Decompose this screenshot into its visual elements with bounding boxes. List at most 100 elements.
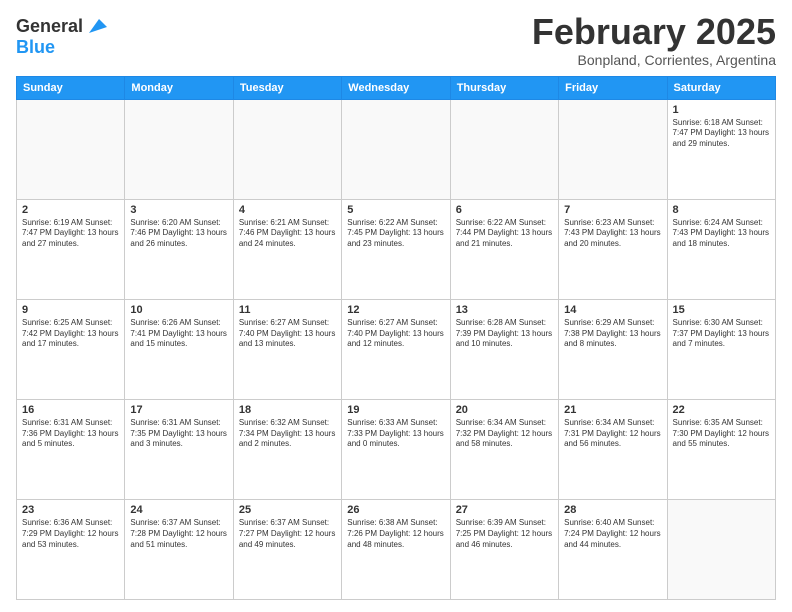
day-number: 22 [673,404,770,416]
calendar-cell: 28Sunrise: 6:40 AM Sunset: 7:24 PM Dayli… [559,499,667,599]
calendar-cell [233,99,341,199]
calendar-cell: 25 Sunrise: 6:37 AM Sunset: 7:27 PM Dayli… [233,499,341,599]
calendar-cell [450,99,558,199]
calendar-table: SundayMondayTuesdayWednesdayThursdayFrid… [16,76,776,600]
day-number: 24 [130,504,227,516]
calendar-cell: 7 Sunrise: 6:23 AM Sunset: 7:43 PM Daylig… [559,199,667,299]
header-wednesday: Wednesday [342,76,450,99]
calendar-cell [559,99,667,199]
day-number: 16 [22,404,119,416]
week-row-3: 16 Sunrise: 6:31 AM Sunset: 7:36 PM Dayli… [17,399,776,499]
day-info: Sunrise: 6:24 AM Sunset: 7:43 PM Dayligh… [673,218,770,250]
calendar-cell: 21 Sunrise: 6:34 AM Sunset: 7:31 PM Dayli… [559,399,667,499]
calendar-cell: 12Sunrise: 6:27 AM Sunset: 7:40 PM Dayli… [342,299,450,399]
calendar-cell: 14 Sunrise: 6:29 AM Sunset: 7:38 PM Dayli… [559,299,667,399]
day-info: Sunrise: 6:37 AM Sunset: 7:28 PM Dayligh… [130,518,227,550]
day-info: Sunrise: 6:26 AM Sunset: 7:41 PM Dayligh… [130,318,227,350]
header-saturday: Saturday [667,76,775,99]
calendar-cell: 26 Sunrise: 6:38 AM Sunset: 7:26 PM Dayli… [342,499,450,599]
day-number: 15 [673,304,770,316]
week-row-4: 23 Sunrise: 6:36 AM Sunset: 7:29 PM Dayli… [17,499,776,599]
calendar-cell: 8 Sunrise: 6:24 AM Sunset: 7:43 PM Daylig… [667,199,775,299]
calendar-cell [667,499,775,599]
day-number: 18 [239,404,336,416]
calendar-cell: 17 Sunrise: 6:31 AM Sunset: 7:35 PM Dayli… [125,399,233,499]
day-info: Sunrise: 6:31 AM Sunset: 7:36 PM Dayligh… [22,418,119,450]
day-number: 1 [673,104,770,116]
day-number: 17 [130,404,227,416]
day-info: Sunrise: 6:30 AM Sunset: 7:37 PM Dayligh… [673,318,770,350]
calendar-cell: 15 Sunrise: 6:30 AM Sunset: 7:37 PM Dayli… [667,299,775,399]
calendar-cell: 4Sunrise: 6:21 AM Sunset: 7:46 PM Daylig… [233,199,341,299]
day-number: 28 [564,504,661,516]
day-info: Sunrise: 6:22 AM Sunset: 7:45 PM Dayligh… [347,218,444,250]
day-number: 3 [130,204,227,216]
day-info: Sunrise: 6:33 AM Sunset: 7:33 PM Dayligh… [347,418,444,450]
day-info: Sunrise: 6:32 AM Sunset: 7:34 PM Dayligh… [239,418,336,450]
day-info: Sunrise: 6:31 AM Sunset: 7:35 PM Dayligh… [130,418,227,450]
header-tuesday: Tuesday [233,76,341,99]
calendar-cell: 9Sunrise: 6:25 AM Sunset: 7:42 PM Daylig… [17,299,125,399]
day-number: 27 [456,504,553,516]
day-info: Sunrise: 6:23 AM Sunset: 7:43 PM Dayligh… [564,218,661,250]
calendar-cell: 19 Sunrise: 6:33 AM Sunset: 7:33 PM Dayli… [342,399,450,499]
day-info: Sunrise: 6:19 AM Sunset: 7:47 PM Dayligh… [22,218,119,250]
day-number: 19 [347,404,444,416]
header-thursday: Thursday [450,76,558,99]
title-block: February 2025 Bonpland, Corrientes, Arge… [532,12,776,68]
calendar-cell [125,99,233,199]
day-number: 6 [456,204,553,216]
day-info: Sunrise: 6:35 AM Sunset: 7:30 PM Dayligh… [673,418,770,450]
day-number: 26 [347,504,444,516]
day-info: Sunrise: 6:28 AM Sunset: 7:39 PM Dayligh… [456,318,553,350]
day-info: Sunrise: 6:36 AM Sunset: 7:29 PM Dayligh… [22,518,119,550]
day-number: 9 [22,304,119,316]
day-number: 23 [22,504,119,516]
logo: General Blue [16,16,107,58]
day-info: Sunrise: 6:20 AM Sunset: 7:46 PM Dayligh… [130,218,227,250]
calendar-cell: 24 Sunrise: 6:37 AM Sunset: 7:28 PM Dayli… [125,499,233,599]
header-friday: Friday [559,76,667,99]
day-number: 10 [130,304,227,316]
calendar-header-row: SundayMondayTuesdayWednesdayThursdayFrid… [17,76,776,99]
day-info: Sunrise: 6:34 AM Sunset: 7:32 PM Dayligh… [456,418,553,450]
calendar-title: February 2025 [532,12,776,52]
calendar-cell: 2 Sunrise: 6:19 AM Sunset: 7:47 PM Daylig… [17,199,125,299]
day-number: 14 [564,304,661,316]
day-info: Sunrise: 6:39 AM Sunset: 7:25 PM Dayligh… [456,518,553,550]
day-number: 20 [456,404,553,416]
day-info: Sunrise: 6:22 AM Sunset: 7:44 PM Dayligh… [456,218,553,250]
day-info: Sunrise: 6:18 AM Sunset: 7:47 PM Dayligh… [673,118,770,150]
day-info: Sunrise: 6:34 AM Sunset: 7:31 PM Dayligh… [564,418,661,450]
day-number: 25 [239,504,336,516]
page: General Blue February 2025 Bonpland, Cor… [0,0,792,612]
calendar-cell: 3 Sunrise: 6:20 AM Sunset: 7:46 PM Daylig… [125,199,233,299]
calendar-cell: 10 Sunrise: 6:26 AM Sunset: 7:41 PM Dayli… [125,299,233,399]
calendar-cell: 1 Sunrise: 6:18 AM Sunset: 7:47 PM Daylig… [667,99,775,199]
day-number: 21 [564,404,661,416]
calendar-cell: 20 Sunrise: 6:34 AM Sunset: 7:32 PM Dayli… [450,399,558,499]
calendar-cell [342,99,450,199]
day-number: 2 [22,204,119,216]
day-info: Sunrise: 6:37 AM Sunset: 7:27 PM Dayligh… [239,518,336,550]
day-number: 7 [564,204,661,216]
calendar-cell: 5 Sunrise: 6:22 AM Sunset: 7:45 PM Daylig… [342,199,450,299]
header-sunday: Sunday [17,76,125,99]
calendar-cell: 27 Sunrise: 6:39 AM Sunset: 7:25 PM Dayli… [450,499,558,599]
header: General Blue February 2025 Bonpland, Cor… [16,12,776,68]
week-row-0: 1 Sunrise: 6:18 AM Sunset: 7:47 PM Daylig… [17,99,776,199]
day-number: 4 [239,204,336,216]
week-row-2: 9Sunrise: 6:25 AM Sunset: 7:42 PM Daylig… [17,299,776,399]
week-row-1: 2 Sunrise: 6:19 AM Sunset: 7:47 PM Daylig… [17,199,776,299]
calendar-cell: 22 Sunrise: 6:35 AM Sunset: 7:30 PM Dayli… [667,399,775,499]
day-number: 13 [456,304,553,316]
calendar-cell: 16 Sunrise: 6:31 AM Sunset: 7:36 PM Dayli… [17,399,125,499]
calendar-cell: 13 Sunrise: 6:28 AM Sunset: 7:39 PM Dayli… [450,299,558,399]
day-number: 11 [239,304,336,316]
calendar-cell: 11 Sunrise: 6:27 AM Sunset: 7:40 PM Dayli… [233,299,341,399]
day-info: Sunrise: 6:27 AM Sunset: 7:40 PM Dayligh… [239,318,336,350]
day-info: Sunrise: 6:29 AM Sunset: 7:38 PM Dayligh… [564,318,661,350]
day-info: Sunrise: 6:38 AM Sunset: 7:26 PM Dayligh… [347,518,444,550]
day-number: 8 [673,204,770,216]
day-number: 5 [347,204,444,216]
